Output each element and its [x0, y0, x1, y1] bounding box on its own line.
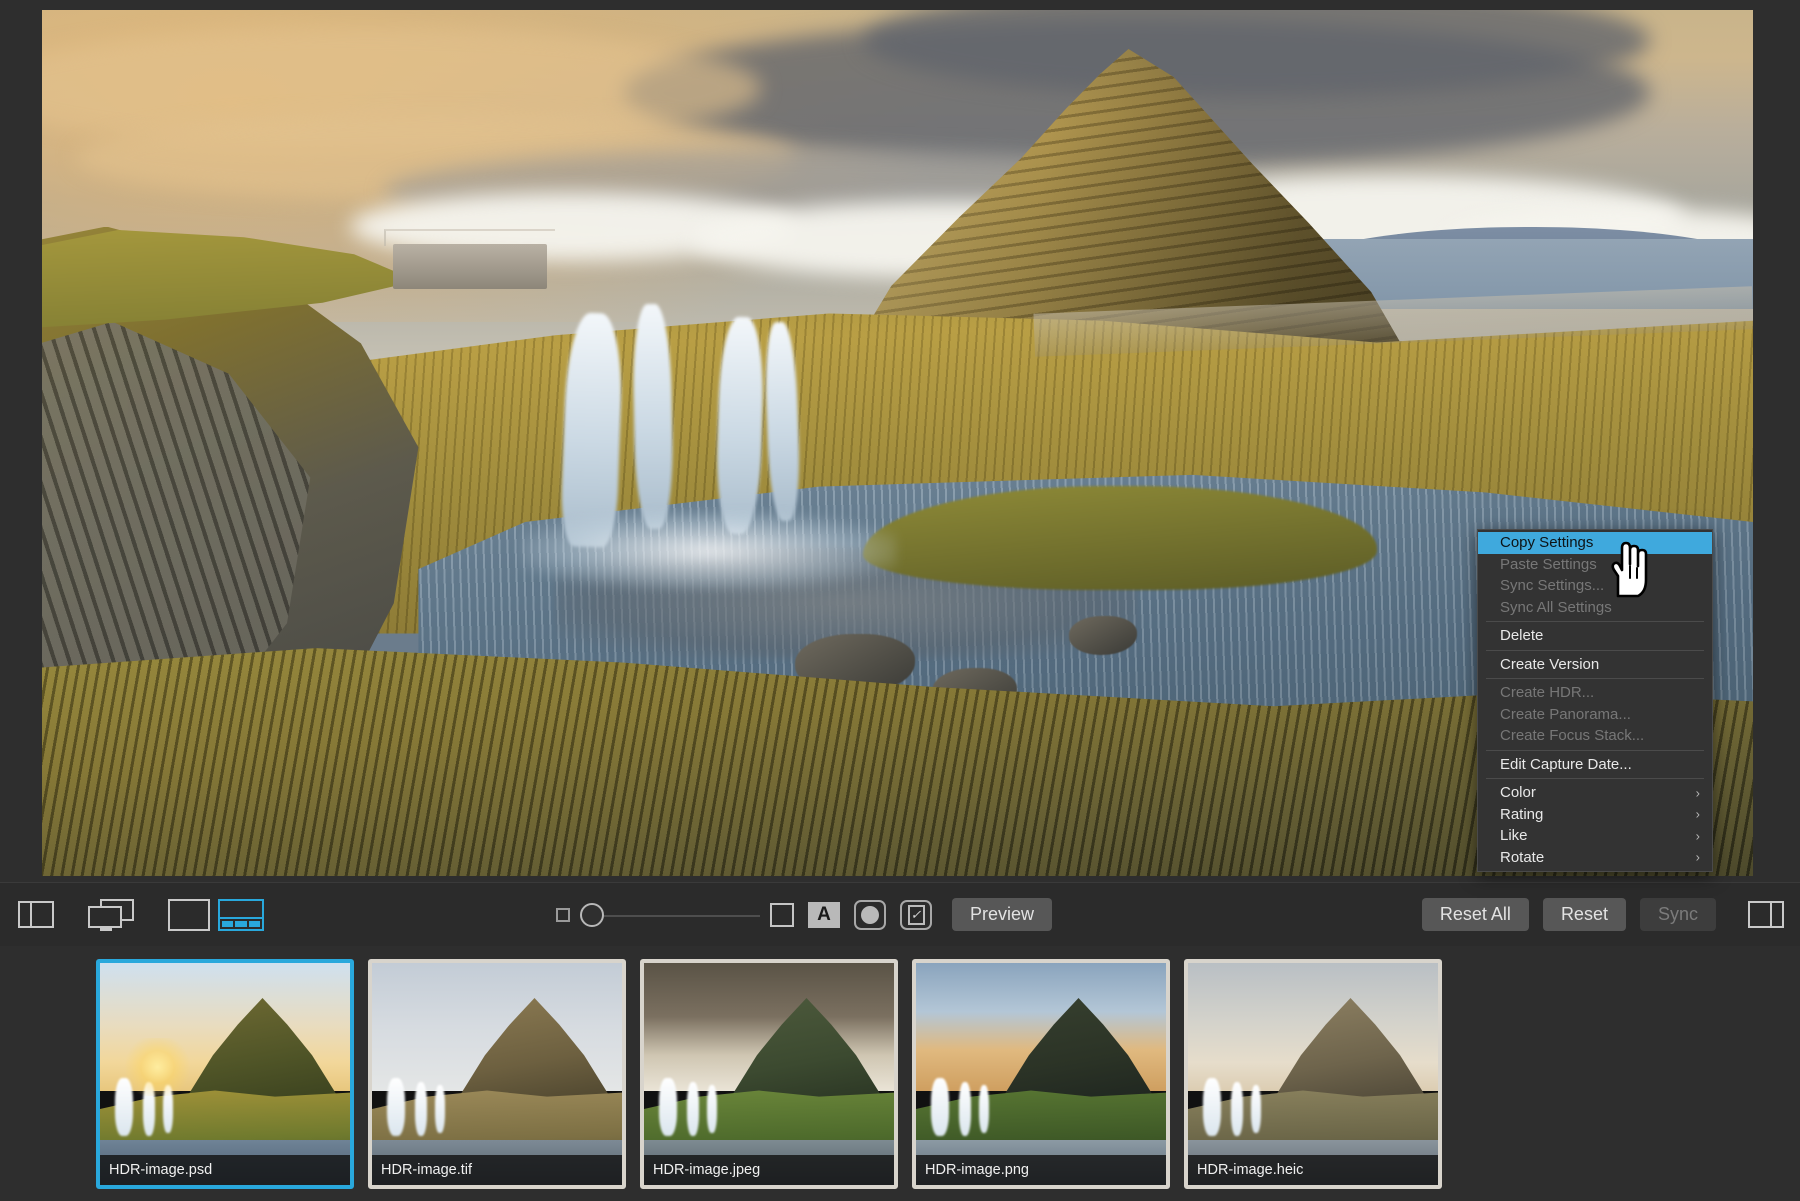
- context-menu-item[interactable]: Like ›: [1478, 825, 1712, 847]
- context-menu-divider: [1486, 678, 1704, 679]
- context-menu-item[interactable]: Delete: [1478, 625, 1712, 647]
- waterfall: [632, 304, 674, 530]
- thumb-sunburst: [120, 1038, 195, 1096]
- bridge-railing: [384, 229, 555, 246]
- toolbar: A ✓ Preview Reset All Reset Sync: [0, 882, 1800, 946]
- zoom-slider[interactable]: [580, 902, 760, 928]
- context-menu-item-label: Copy Settings: [1500, 532, 1593, 554]
- chevron-right-icon: ›: [1696, 786, 1700, 799]
- toolbar-center-group: A ✓ Preview: [556, 898, 1052, 931]
- filmstrip-thumbnail[interactable]: HDR-image.psd: [96, 959, 354, 1189]
- reset-all-button[interactable]: Reset All: [1422, 898, 1529, 931]
- filmstrip-thumbnail[interactable]: HDR-image.tif: [368, 959, 626, 1189]
- checklist-check-glyph: ✓: [908, 905, 925, 925]
- thumbnail-filename: HDR-image.heic: [1188, 1155, 1438, 1185]
- context-menu-item[interactable]: Edit Capture Date...: [1478, 754, 1712, 776]
- context-menu-item-label: Edit Capture Date...: [1500, 754, 1632, 776]
- chevron-right-icon: ›: [1696, 808, 1700, 821]
- toolbar-left-group: [18, 899, 264, 931]
- thumbnail-filename: HDR-image.jpeg: [644, 1155, 894, 1185]
- bridge: [393, 244, 547, 289]
- context-menu-item-label: Create HDR...: [1500, 682, 1594, 704]
- small-square-icon[interactable]: [556, 908, 570, 922]
- context-menu-item-label: Sync All Settings: [1500, 597, 1612, 619]
- thumb-waterfall: [415, 1082, 428, 1135]
- context-menu-item-label: Like: [1500, 825, 1528, 847]
- right-panel-toggle-icon[interactable]: [1748, 901, 1784, 928]
- context-menu-item[interactable]: Copy Settings: [1478, 532, 1712, 554]
- context-menu-item-label: Rotate: [1500, 847, 1544, 869]
- context-menu[interactable]: Copy SettingsPaste SettingsSync Settings…: [1477, 529, 1713, 872]
- context-menu-item: Paste Settings: [1478, 554, 1712, 576]
- thumb-waterfall: [435, 1085, 445, 1134]
- thumbnail-image: [916, 963, 1166, 1185]
- toolbar-right-group: Reset All Reset Sync: [1422, 898, 1784, 931]
- thumb-waterfall: [1251, 1085, 1261, 1134]
- filmstrip-thumbnail[interactable]: HDR-image.heic: [1184, 959, 1442, 1189]
- filmstrip[interactable]: HDR-image.psd HDR-image.tif HDR-image.jpeg…: [0, 946, 1800, 1201]
- sync-button[interactable]: Sync: [1640, 898, 1716, 931]
- context-menu-item-label: Delete: [1500, 625, 1543, 647]
- checklist-icon[interactable]: ✓: [900, 900, 932, 930]
- thumb-waterfall: [1203, 1078, 1221, 1136]
- filmstrip-thumbnail[interactable]: HDR-image.jpeg: [640, 959, 898, 1189]
- context-menu-item: Create Panorama...: [1478, 704, 1712, 726]
- thumb-waterfall: [959, 1082, 972, 1135]
- context-menu-item: Create HDR...: [1478, 682, 1712, 704]
- context-menu-divider: [1486, 650, 1704, 651]
- context-menu-item[interactable]: Rating ›: [1478, 804, 1712, 826]
- context-menu-divider: [1486, 621, 1704, 622]
- context-menu-divider: [1486, 750, 1704, 751]
- auto-adjust-icon[interactable]: A: [808, 902, 840, 928]
- filmstrip-thumbnail[interactable]: HDR-image.png: [912, 959, 1170, 1189]
- chevron-right-icon: ›: [1696, 851, 1700, 864]
- thumbnail-image: [372, 963, 622, 1185]
- preview-button[interactable]: Preview: [952, 898, 1052, 931]
- thumbnail-image: [1188, 963, 1438, 1185]
- thumb-waterfall: [707, 1085, 717, 1134]
- chevron-right-icon: ›: [1696, 829, 1700, 842]
- split-view-icon[interactable]: [18, 901, 54, 928]
- color-wheel-icon[interactable]: [854, 900, 886, 930]
- context-menu-item-label: Paste Settings: [1500, 554, 1597, 576]
- single-view-icon[interactable]: [168, 899, 210, 931]
- reset-button[interactable]: Reset: [1543, 898, 1626, 931]
- context-menu-item-label: Sync Settings...: [1500, 575, 1604, 597]
- context-menu-item[interactable]: Create Version: [1478, 654, 1712, 676]
- context-menu-item: Create Focus Stack...: [1478, 725, 1712, 747]
- thumbnail-image: [644, 963, 894, 1185]
- application-window: Copy SettingsPaste SettingsSync Settings…: [0, 0, 1800, 1201]
- thumb-waterfall: [931, 1078, 949, 1136]
- thumb-waterfall: [1231, 1082, 1244, 1135]
- context-menu-item-label: Rating: [1500, 804, 1543, 826]
- context-menu-item-label: Create Panorama...: [1500, 704, 1631, 726]
- context-menu-item: Sync All Settings: [1478, 597, 1712, 619]
- thumbnail-filename: HDR-image.psd: [100, 1155, 350, 1185]
- context-menu-item[interactable]: Rotate ›: [1478, 847, 1712, 869]
- zoom-slider-track: [580, 915, 760, 917]
- filmstrip-view-icon[interactable]: [218, 899, 264, 931]
- view-mode-group: [168, 899, 264, 931]
- context-menu-item-label: Color: [1500, 782, 1536, 804]
- window-stack-icon[interactable]: [88, 899, 134, 931]
- image-viewer[interactable]: Copy SettingsPaste SettingsSync Settings…: [0, 0, 1800, 882]
- thumb-waterfall: [659, 1078, 677, 1136]
- context-menu-item-label: Create Version: [1500, 654, 1599, 676]
- thumbnail-image: [100, 963, 350, 1185]
- zoom-slider-knob[interactable]: [580, 903, 604, 927]
- thumbnail-filename: HDR-image.tif: [372, 1155, 622, 1185]
- context-menu-item[interactable]: Color ›: [1478, 782, 1712, 804]
- thumb-waterfall: [687, 1082, 700, 1135]
- thumb-waterfall: [979, 1085, 989, 1134]
- waterfall-foam: [521, 512, 897, 590]
- thumb-waterfall: [387, 1078, 405, 1136]
- large-square-icon[interactable]: [770, 903, 794, 927]
- context-menu-divider: [1486, 778, 1704, 779]
- thumbnail-filename: HDR-image.png: [916, 1155, 1166, 1185]
- context-menu-item: Sync Settings...: [1478, 575, 1712, 597]
- context-menu-item-label: Create Focus Stack...: [1500, 725, 1644, 747]
